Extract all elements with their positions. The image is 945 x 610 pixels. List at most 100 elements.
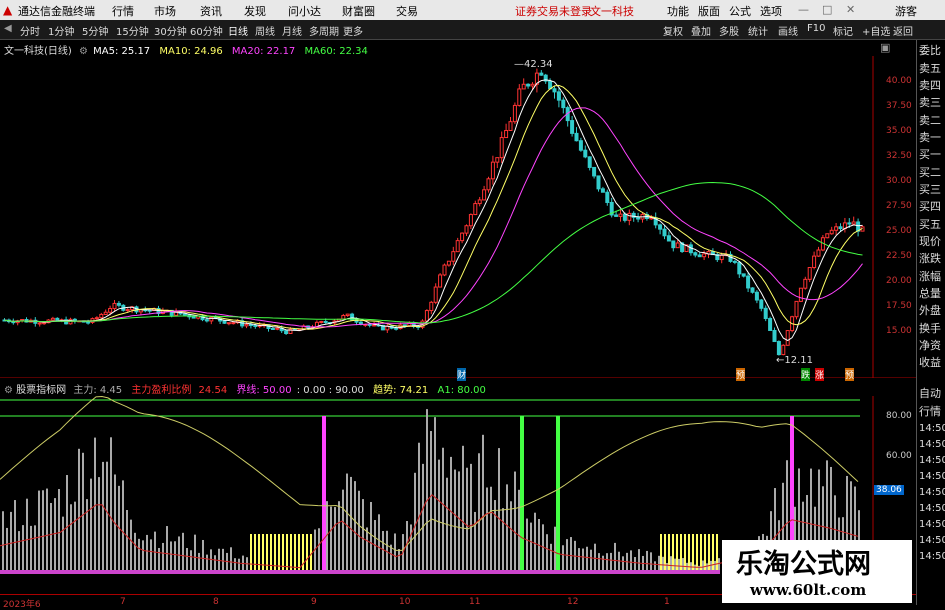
indicator-bar bbox=[650, 552, 652, 570]
menu-item-quotes[interactable]: 行情 bbox=[112, 3, 134, 19]
candle bbox=[116, 302, 121, 306]
quote-row-label[interactable]: 换手 bbox=[919, 320, 941, 336]
quote-row-label[interactable]: 卖五 bbox=[919, 60, 941, 76]
quote-row-label[interactable]: 总量 bbox=[919, 285, 941, 301]
indicator-bar bbox=[94, 437, 96, 570]
f10-button[interactable]: F10 bbox=[807, 23, 825, 34]
indicator-bar bbox=[590, 549, 592, 570]
indicator-bar bbox=[330, 506, 332, 570]
period-tab-15min[interactable]: 15分钟 bbox=[116, 23, 149, 38]
mark-button[interactable]: 标记 bbox=[833, 23, 853, 38]
indicator-bar bbox=[34, 525, 36, 570]
candle bbox=[561, 99, 566, 109]
candle bbox=[37, 322, 42, 325]
quote-row-label[interactable]: 涨跌 bbox=[919, 250, 941, 266]
quote-row-label[interactable]: 涨幅 bbox=[919, 268, 941, 284]
indicator-bar bbox=[410, 524, 412, 570]
menu-item-layout[interactable]: 版面 bbox=[698, 3, 720, 19]
menu-item-function[interactable]: 功能 bbox=[667, 3, 689, 19]
quote-row-label[interactable]: 净资 bbox=[919, 337, 941, 353]
candle bbox=[671, 240, 676, 249]
zoom-icon[interactable]: ▣ bbox=[880, 41, 890, 54]
minimize-icon[interactable]: — bbox=[798, 3, 809, 16]
quote-row-label[interactable]: 卖四 bbox=[919, 77, 941, 93]
quote-row-label[interactable]: 卖二 bbox=[919, 112, 941, 128]
menu-item-trade[interactable]: 交易 bbox=[396, 3, 418, 19]
statistics-button[interactable]: 统计 bbox=[748, 23, 768, 38]
price-tick: 30.00 bbox=[886, 176, 912, 186]
candle bbox=[42, 322, 47, 325]
adjust-button[interactable]: 复权 bbox=[663, 23, 683, 38]
overlay-button[interactable]: 叠加 bbox=[691, 23, 711, 38]
quote-row-label[interactable]: 买三 bbox=[919, 181, 941, 197]
menu-item-options[interactable]: 选项 bbox=[760, 3, 782, 19]
candle bbox=[499, 137, 504, 159]
signal-bar bbox=[274, 534, 276, 570]
boundary-value: 界线: 50.00 bbox=[236, 385, 292, 396]
event-marker-drop[interactable]: 跌 bbox=[801, 368, 811, 381]
indicator-name[interactable]: 股票指标网 bbox=[16, 385, 66, 396]
indicator-bar bbox=[26, 498, 28, 570]
low-price-label: ←12.11 bbox=[776, 355, 814, 366]
candle bbox=[596, 175, 601, 190]
period-tab-60min[interactable]: 60分钟 bbox=[190, 23, 223, 38]
back-button[interactable]: 返回 bbox=[893, 23, 913, 38]
period-tab-30min[interactable]: 30分钟 bbox=[154, 23, 187, 38]
candle bbox=[86, 321, 91, 324]
indicator-settings-icon[interactable]: ⚙ bbox=[4, 385, 13, 396]
guest-user[interactable]: 游客 bbox=[895, 3, 917, 19]
period-tab-1min[interactable]: 1分钟 bbox=[48, 23, 74, 38]
quote-row-label[interactable]: 买一 bbox=[919, 146, 941, 162]
price-chart[interactable] bbox=[0, 56, 916, 378]
quote-row-label[interactable]: 外盘 bbox=[919, 302, 941, 318]
event-marker-forecast[interactable]: 预 bbox=[736, 368, 746, 381]
candle bbox=[556, 91, 561, 101]
indicator-bar bbox=[430, 431, 432, 570]
indicator-bar bbox=[378, 514, 380, 570]
signal-bar bbox=[282, 534, 284, 570]
quote-row-label[interactable]: 收益 bbox=[919, 354, 941, 370]
quote-row-label[interactable]: 卖三 bbox=[919, 94, 941, 110]
quote-row-label[interactable]: 现价 bbox=[919, 233, 941, 249]
menu-item-ask[interactable]: 问小达 bbox=[288, 3, 321, 19]
collapse-icon[interactable]: ◀ bbox=[4, 23, 12, 34]
candle bbox=[583, 149, 588, 158]
event-marker-rise[interactable]: 涨 bbox=[815, 368, 825, 381]
restore-icon[interactable]: □ bbox=[822, 3, 832, 16]
candle bbox=[702, 253, 707, 258]
draw-line-button[interactable]: 画线 bbox=[778, 23, 798, 38]
menu-item-formula[interactable]: 公式 bbox=[729, 3, 751, 19]
close-icon[interactable]: ✕ bbox=[846, 3, 855, 16]
quote-row-label[interactable]: 买五 bbox=[919, 216, 941, 232]
quote-row-label[interactable]: 买四 bbox=[919, 198, 941, 214]
period-tab-monthly[interactable]: 月线 bbox=[282, 23, 302, 38]
period-tab-more[interactable]: 更多 bbox=[343, 23, 363, 38]
menu-item-discover[interactable]: 发现 bbox=[244, 3, 266, 19]
period-tab-daily[interactable]: 日线 bbox=[228, 23, 248, 38]
indicator-bar bbox=[214, 555, 216, 570]
event-marker-forecast[interactable]: 预 bbox=[845, 368, 855, 381]
menu-item-wealth[interactable]: 财富圈 bbox=[342, 3, 375, 19]
candle bbox=[662, 228, 667, 237]
period-tab-multi[interactable]: 多周期 bbox=[309, 23, 339, 38]
quote-row-label[interactable]: 买二 bbox=[919, 164, 941, 180]
indicator-bar bbox=[630, 550, 632, 570]
login-status[interactable]: 证券交易未登录 bbox=[515, 3, 592, 19]
period-tab-5min[interactable]: 5分钟 bbox=[82, 23, 108, 38]
candle bbox=[372, 324, 377, 327]
menu-item-market[interactable]: 市场 bbox=[154, 3, 176, 19]
multi-stock-button[interactable]: 多股 bbox=[719, 23, 739, 38]
candle bbox=[530, 83, 535, 87]
period-tab-weekly[interactable]: 周线 bbox=[255, 23, 275, 38]
candle bbox=[781, 344, 786, 356]
quote-tab[interactable]: 行情 bbox=[919, 403, 941, 419]
period-tab-tick[interactable]: 分时 bbox=[20, 23, 40, 38]
add-watchlist-button[interactable]: +自选 bbox=[862, 23, 890, 38]
auto-tab[interactable]: 自动 bbox=[919, 385, 941, 401]
quote-row-label[interactable]: 卖一 bbox=[919, 129, 941, 145]
event-marker-finance[interactable]: 财 bbox=[457, 368, 467, 381]
menu-item-news[interactable]: 资讯 bbox=[200, 3, 222, 19]
price-tick: 22.50 bbox=[886, 251, 912, 261]
quote-row-label[interactable]: 委比 bbox=[919, 42, 941, 58]
indicator-bar bbox=[186, 547, 188, 570]
